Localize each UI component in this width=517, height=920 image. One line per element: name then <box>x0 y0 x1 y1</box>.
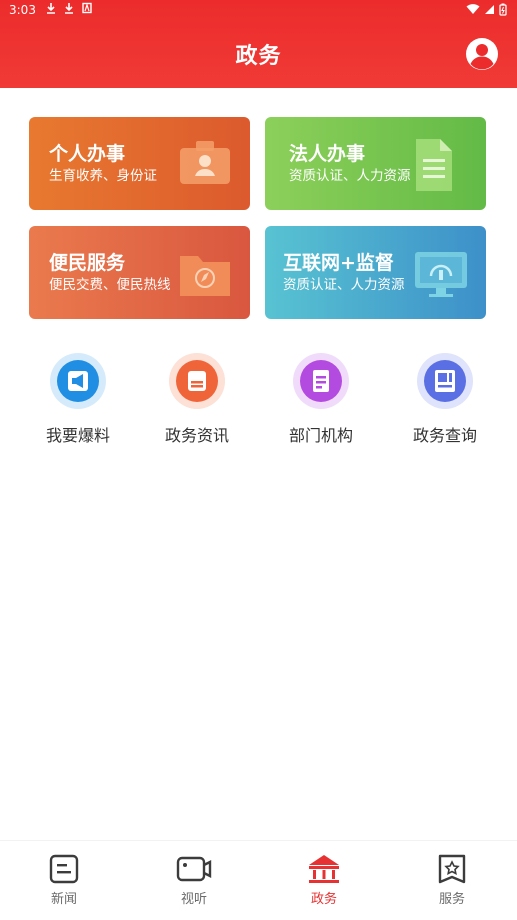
wifi-icon <box>466 4 480 14</box>
signal-icon <box>485 5 494 14</box>
top-app-bar: 3:03 政务 <box>0 0 517 88</box>
quick-link-label: 政务查询 <box>412 426 477 445</box>
card-subtitle: 便民交费、便民热线 <box>49 277 171 293</box>
quick-link-label: 部门机构 <box>288 426 353 445</box>
news-icon <box>169 353 225 409</box>
download-icon <box>65 3 73 14</box>
card-title: 法人办事 <box>289 143 366 165</box>
notification-icons <box>46 2 92 14</box>
card-internet-supervision[interactable]: 互联网+监督 资质认证、人力资源 <box>265 226 486 319</box>
query-icon <box>417 353 473 409</box>
megaphone-icon <box>50 353 106 409</box>
system-status-icons <box>466 3 507 16</box>
nav-label: 政务 <box>310 892 337 907</box>
download-icon <box>47 3 55 14</box>
card-corporate-affairs[interactable]: 法人办事 资质认证、人力资源 <box>265 117 486 210</box>
quick-link-report[interactable]: 我要爆料 <box>23 352 133 446</box>
department-icon <box>293 353 349 409</box>
card-title: 便民服务 <box>49 252 126 274</box>
status-time: 3:03 <box>9 3 36 17</box>
battery-icon <box>499 3 507 16</box>
quick-link-query[interactable]: 政务查询 <box>390 352 500 446</box>
id-card-icon <box>180 141 230 184</box>
card-title: 互联网+监督 <box>283 252 394 274</box>
quick-link-departments[interactable]: 部门机构 <box>266 352 376 446</box>
bottom-navigation: 新闻 视听 政务 服务 <box>0 840 517 920</box>
nav-label: 新闻 <box>50 892 77 907</box>
government-nav-icon <box>309 855 339 883</box>
nav-tab-video[interactable]: 视听 <box>154 853 234 907</box>
app-notification-icon <box>82 2 92 14</box>
card-subtitle: 资质认证、人力资源 <box>283 277 405 293</box>
card-subtitle: 资质认证、人力资源 <box>289 168 411 184</box>
folder-compass-icon <box>180 256 230 296</box>
page-title: 政务 <box>235 44 282 69</box>
status-bar: 3:03 <box>0 0 517 22</box>
card-personal-affairs[interactable]: 个人办事 生育收养、身份证 <box>29 117 250 210</box>
nav-label: 视听 <box>180 892 207 907</box>
document-icon <box>416 139 452 191</box>
user-profile-icon[interactable] <box>465 37 499 71</box>
nav-label: 服务 <box>438 892 465 907</box>
quick-link-label: 政务资讯 <box>164 426 229 445</box>
service-nav-icon <box>438 854 466 884</box>
nav-tab-services[interactable]: 服务 <box>412 853 492 907</box>
card-title: 个人办事 <box>49 143 126 165</box>
quick-link-label: 我要爆料 <box>45 426 110 445</box>
nav-tab-government[interactable]: 政务 <box>284 853 364 907</box>
card-subtitle: 生育收养、身份证 <box>49 168 157 184</box>
nav-tab-news[interactable]: 新闻 <box>24 853 104 907</box>
quick-link-news[interactable]: 政务资讯 <box>142 352 252 446</box>
monitor-icon <box>415 252 467 297</box>
video-nav-icon <box>176 856 212 882</box>
card-public-services[interactable]: 便民服务 便民交费、便民热线 <box>29 226 250 319</box>
news-nav-icon <box>49 854 79 884</box>
